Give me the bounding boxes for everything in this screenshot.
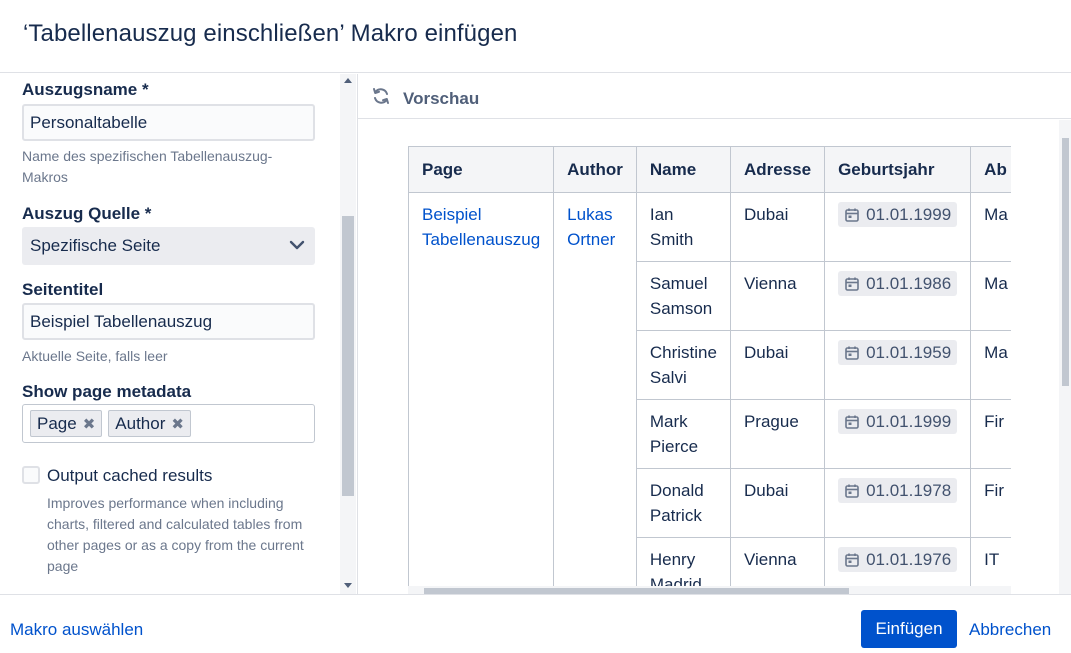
preview-panel: Vorschau Page Author Name Adresse Geburt… xyxy=(358,74,1071,594)
date-value: 01.01.1959 xyxy=(866,343,952,362)
author-link[interactable]: Lukas Ortner xyxy=(553,192,637,586)
name-cell: Christine Salvi xyxy=(635,330,731,400)
birth-cell: 01.01.1959 xyxy=(824,330,972,400)
date-value: 01.01.1976 xyxy=(866,550,952,569)
select-macro-link[interactable]: Makro auswählen xyxy=(10,620,143,640)
dialog-title: ‘Tabellenauszug einschließen’ Makro einf… xyxy=(23,20,518,47)
table-row: Beispiel Tabellenauszug Lukas Ortner Ian… xyxy=(408,192,1011,586)
date-value: 01.01.1999 xyxy=(866,412,952,431)
form-scrollbar-thumb[interactable] xyxy=(342,216,354,496)
preview-table-container: Page Author Name Adresse Geburtsjahr Ab … xyxy=(408,146,1011,586)
dialog-header: ‘Tabellenauszug einschließen’ Makro einf… xyxy=(0,0,1071,73)
insert-button[interactable]: Einfügen xyxy=(861,610,957,648)
calendar-icon xyxy=(845,484,859,498)
cached-results-help: Improves performance when including char… xyxy=(47,495,304,574)
dialog-footer: Makro auswählen Einfügen Abbrechen xyxy=(0,594,1071,653)
cached-results-label: Output cached results xyxy=(47,466,213,485)
preview-title: Vorschau xyxy=(403,89,480,108)
birth-cell: 01.01.1999 xyxy=(824,192,972,262)
form-scrollbar[interactable] xyxy=(340,74,356,594)
calendar-icon xyxy=(845,553,859,567)
birth-cell: 01.01.1986 xyxy=(824,261,972,331)
preview-header: Vorschau xyxy=(358,74,1071,119)
metadata-tag-page: Page ✖ xyxy=(30,410,103,437)
date-chip: 01.01.1959 xyxy=(838,340,958,365)
cached-results-checkbox[interactable] xyxy=(22,466,40,484)
page-title-help: Aktuelle Seite, falls leer xyxy=(22,348,168,364)
address-cell: Dubai xyxy=(729,330,826,400)
dept-cell: IT xyxy=(970,537,1011,586)
source-label: Auszug Quelle * xyxy=(22,204,152,223)
excerpt-name-input[interactable]: Personaltabelle xyxy=(22,104,315,141)
address-cell: Vienna xyxy=(729,261,826,331)
metadata-label: Show page metadata xyxy=(22,382,192,401)
tag-label: Page xyxy=(37,413,77,433)
page-title-label: Seitentitel xyxy=(22,280,104,299)
table-header-row: Page Author Name Adresse Geburtsjahr Ab xyxy=(408,146,1011,193)
scroll-up-icon[interactable] xyxy=(344,78,352,83)
source-select[interactable]: Spezifische Seite xyxy=(22,227,315,265)
date-value: 01.01.1978 xyxy=(866,481,952,500)
macro-form-panel: Auszugsname * Personaltabelle Name des s… xyxy=(0,74,358,594)
dept-cell: Ma xyxy=(970,330,1011,400)
column-header: Page xyxy=(408,146,555,193)
dept-cell: Fir xyxy=(970,468,1011,538)
excerpt-name-label: Auszugsname * xyxy=(22,80,149,99)
column-header: Ab xyxy=(970,146,1011,193)
calendar-icon xyxy=(845,208,859,222)
date-value: 01.01.1999 xyxy=(866,205,952,224)
column-header: Author xyxy=(553,146,637,193)
address-cell: Dubai xyxy=(729,468,826,538)
chevron-down-icon xyxy=(289,240,305,250)
dept-cell: Ma xyxy=(970,192,1011,262)
refresh-icon[interactable] xyxy=(371,86,391,106)
date-value: 01.01.1986 xyxy=(866,274,952,293)
preview-table: Page Author Name Adresse Geburtsjahr Ab … xyxy=(408,146,1011,586)
page-title-input[interactable]: Beispiel Tabellenauszug xyxy=(22,303,315,340)
page-link[interactable]: Beispiel Tabellenauszug xyxy=(408,192,555,586)
date-chip: 01.01.1978 xyxy=(838,478,958,503)
name-cell: Samuel Samson xyxy=(635,261,731,331)
name-cell: Henry Madrid xyxy=(635,537,731,586)
tag-label: Author xyxy=(115,413,166,433)
address-cell: Prague xyxy=(729,399,826,469)
birth-cell: 01.01.1999 xyxy=(824,399,972,469)
date-chip: 01.01.1986 xyxy=(838,271,958,296)
birth-cell: 01.01.1978 xyxy=(824,468,972,538)
calendar-icon xyxy=(845,415,859,429)
excerpt-name-help: Name des spezifischen Tabellenauszug-Mak… xyxy=(22,148,273,185)
metadata-tag-author: Author ✖ xyxy=(108,410,191,437)
address-cell: Dubai xyxy=(729,192,826,262)
name-cell: Donald Patrick xyxy=(635,468,731,538)
column-header: Adresse xyxy=(729,146,826,193)
calendar-icon xyxy=(845,346,859,360)
name-cell: Mark Pierce xyxy=(635,399,731,469)
date-chip: 01.01.1999 xyxy=(838,409,958,434)
table-horizontal-scrollbar[interactable] xyxy=(408,586,1011,594)
dept-cell: Fir xyxy=(970,399,1011,469)
date-chip: 01.01.1976 xyxy=(838,547,958,572)
column-header: Name xyxy=(635,146,731,193)
name-cell: Ian Smith xyxy=(635,192,731,262)
source-select-value: Spezifische Seite xyxy=(30,236,161,255)
remove-tag-icon[interactable]: ✖ xyxy=(171,415,184,433)
scroll-down-icon[interactable] xyxy=(344,583,352,588)
date-chip: 01.01.1999 xyxy=(838,202,958,227)
calendar-icon xyxy=(845,277,859,291)
column-header: Geburtsjahr xyxy=(824,146,972,193)
remove-tag-icon[interactable]: ✖ xyxy=(83,415,96,433)
preview-scrollbar-thumb[interactable] xyxy=(1062,138,1069,386)
address-cell: Vienna xyxy=(729,537,826,586)
metadata-multiselect[interactable]: Page ✖ Author ✖ xyxy=(22,404,315,443)
dept-cell: Ma xyxy=(970,261,1011,331)
preview-scrollbar[interactable] xyxy=(1059,120,1071,594)
cancel-button[interactable]: Abbrechen xyxy=(969,620,1051,640)
birth-cell: 01.01.1976 xyxy=(824,537,972,586)
